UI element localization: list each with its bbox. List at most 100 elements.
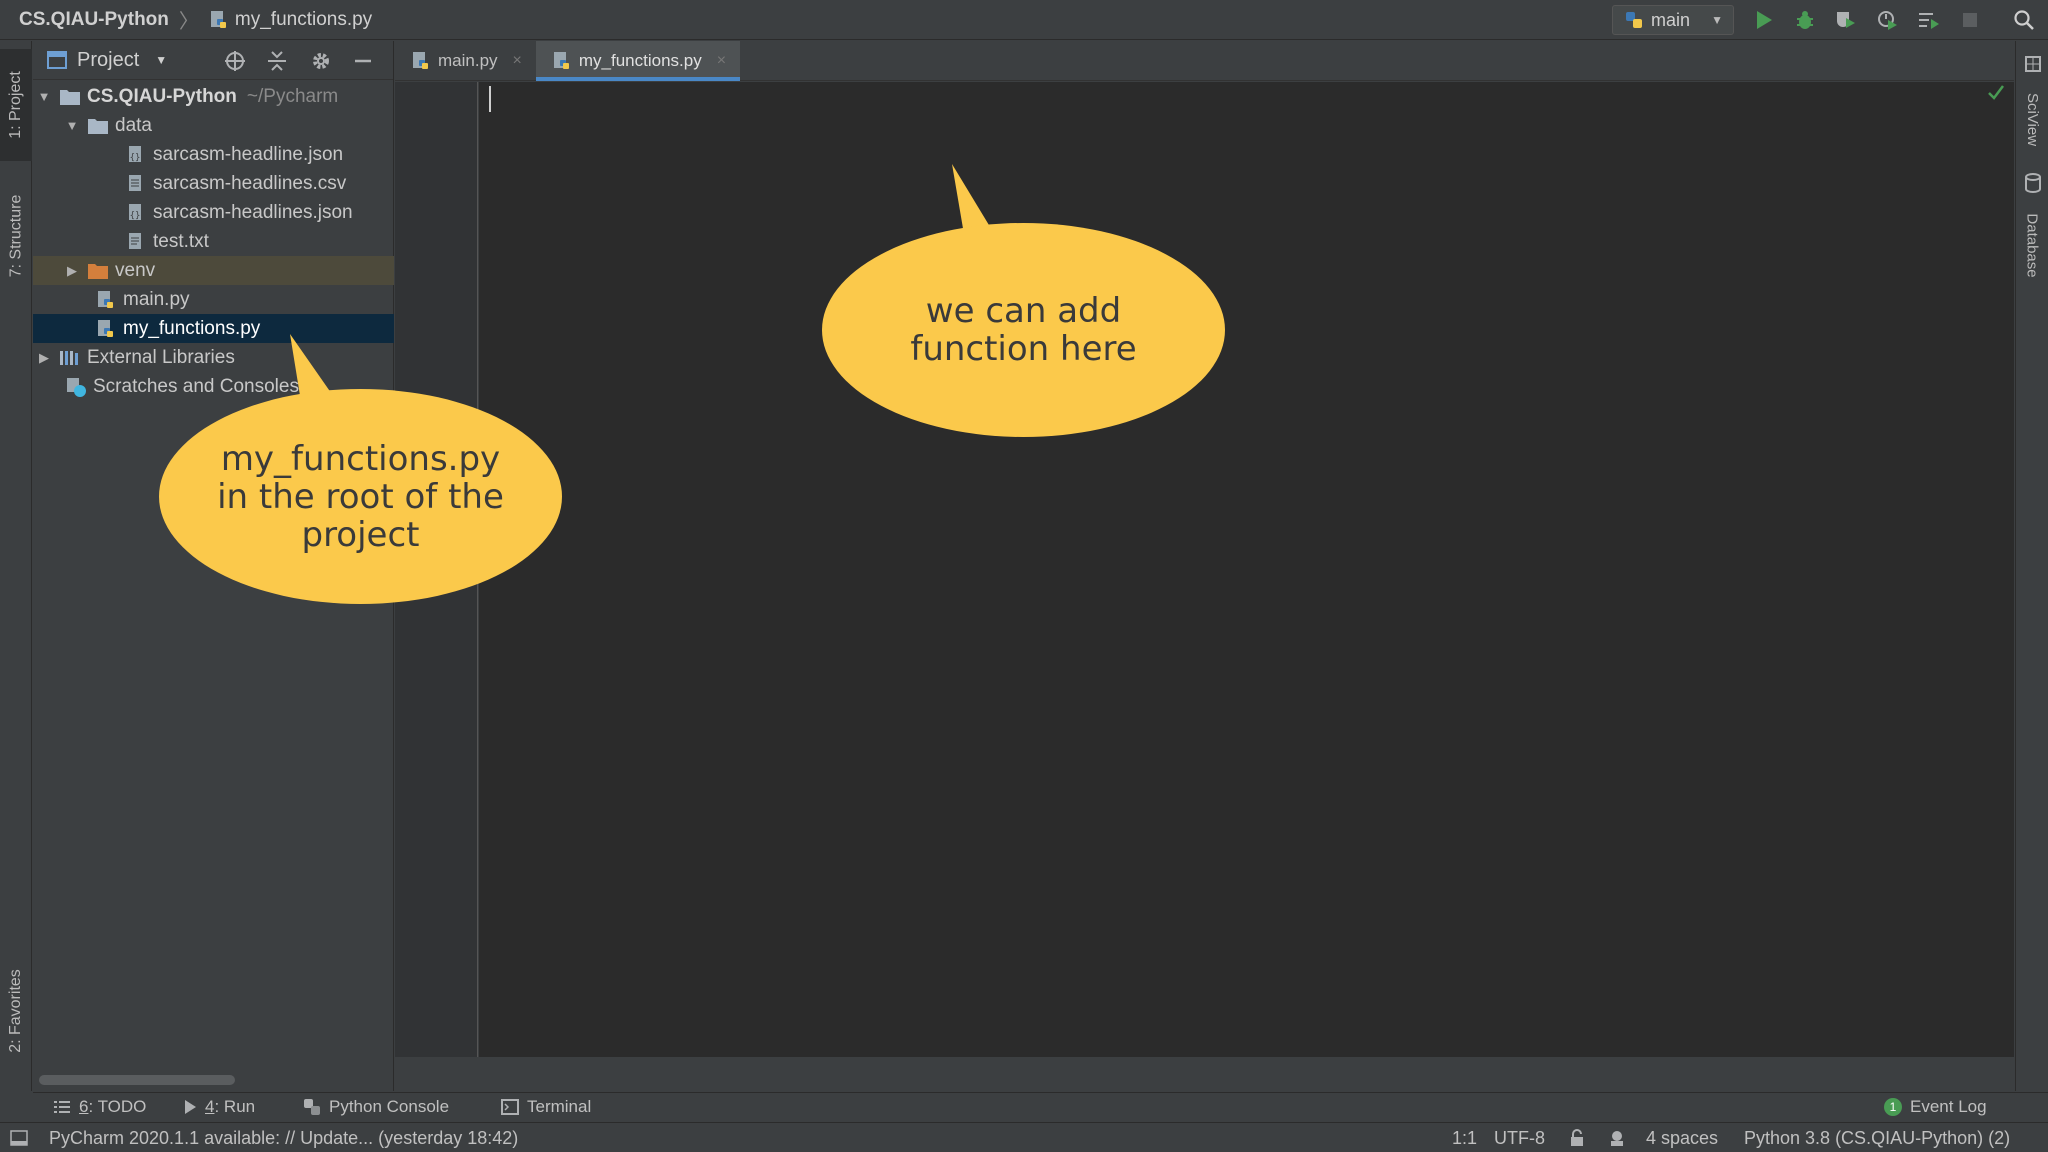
callout-tree: my_functions.py in the root of the proje… — [159, 389, 562, 604]
tool-tab-project[interactable]: 1: Project — [0, 49, 32, 161]
tree-item-file[interactable]: test.txt — [33, 227, 394, 256]
event-log-label: Event Log — [1910, 1097, 1987, 1116]
expand-down-icon[interactable]: ▼ — [37, 89, 51, 104]
tab-my-functions-py[interactable]: my_functions.py × — [535, 41, 741, 81]
python-console-icon — [304, 1099, 320, 1115]
status-message[interactable]: PyCharm 2020.1.1 available: // Update...… — [49, 1128, 518, 1149]
tree-item-main-py[interactable]: main.py — [33, 285, 394, 314]
breadcrumb-file[interactable]: my_functions.py — [209, 9, 372, 31]
python-console-label: Python Console — [329, 1097, 450, 1116]
lock-icon[interactable] — [1568, 1129, 1586, 1152]
tab-main-py[interactable]: main.py × — [395, 41, 536, 81]
text-file-icon — [125, 231, 147, 253]
code-editor[interactable] — [479, 82, 2014, 1057]
inspector-icon[interactable] — [1607, 1129, 1627, 1152]
tool-tab-database[interactable]: Database — [2016, 169, 2048, 319]
callout-line: in the root of the — [217, 476, 504, 517]
breadcrumb-file-label: my_functions.py — [234, 8, 373, 30]
run-icon[interactable] — [1752, 8, 1776, 32]
locate-file-icon[interactable] — [223, 49, 247, 73]
caret-position[interactable]: 1:1 — [1452, 1128, 1477, 1149]
tab-label: my_functions.py — [578, 51, 702, 70]
tree-item-file[interactable]: {} sarcasm-headline.json — [33, 140, 394, 169]
run-label: 4: Run — [205, 1097, 255, 1117]
coverage-icon[interactable] — [1833, 8, 1857, 32]
python-icon — [1626, 12, 1642, 28]
run-icon — [185, 1100, 196, 1114]
tree-item-label: sarcasm-headlines.csv — [153, 172, 347, 194]
callout-line: my_functions.py — [220, 438, 501, 479]
tree-root-path: ~/Pycharm — [246, 85, 339, 107]
tree-item-file[interactable]: sarcasm-headlines.csv — [33, 169, 394, 198]
python-interpreter[interactable]: Python 3.8 (CS.QIAU-Python) (2) — [1744, 1128, 2010, 1149]
callout-tree-text: my_functions.py in the root of the proje… — [217, 440, 504, 554]
navigation-bar: CS.QIAU-Python 〉 my_functions.py main ▼ — [0, 0, 2048, 40]
project-panel-title: Project — [77, 48, 140, 71]
tool-tab-sciview-label: SciView — [2024, 92, 2041, 147]
gear-icon[interactable] — [309, 49, 333, 73]
chevron-down-icon: ▼ — [155, 53, 168, 67]
tree-item-label: main.py — [123, 288, 190, 310]
tree-item-venv-folder[interactable]: ▶ venv — [33, 256, 394, 285]
run-configuration-label: main — [1651, 9, 1691, 30]
file-encoding[interactable]: UTF-8 — [1494, 1128, 1545, 1149]
chevron-down-icon: ▼ — [1711, 13, 1723, 27]
python-file-icon — [553, 52, 569, 69]
debug-icon[interactable] — [1793, 8, 1817, 32]
tree-item-label: sarcasm-headline.json — [153, 143, 344, 165]
callout-line: we can add — [925, 291, 1122, 331]
hide-panel-icon[interactable] — [351, 49, 375, 73]
tree-item-root[interactable]: ▼ CS.QIAU-Python ~/Pycharm — [33, 82, 394, 111]
svg-text:{}: {} — [130, 211, 141, 221]
editor-tab-bar: main.py × my_functions.py × — [395, 41, 2014, 81]
callout-line: function here — [910, 329, 1137, 369]
tool-tab-sciview[interactable]: SciView — [2016, 55, 2048, 165]
expand-right-icon[interactable]: ▶ — [37, 350, 51, 366]
run-tool-button[interactable]: 4: Run — [183, 1097, 255, 1117]
python-console-tool-button[interactable]: Python Console — [303, 1097, 449, 1117]
horizontal-scrollbar[interactable] — [39, 1075, 235, 1085]
breadcrumb-project[interactable]: CS.QIAU-Python — [19, 9, 169, 31]
indent-setting[interactable]: 4 spaces — [1646, 1128, 1718, 1149]
event-log-tool-button[interactable]: 1 Event Log — [1884, 1097, 1987, 1117]
project-view-selector[interactable]: Project ▼ — [47, 49, 167, 72]
scratches-icon — [65, 376, 87, 398]
library-icon — [59, 347, 81, 369]
run-concurrent-icon[interactable] — [1917, 8, 1941, 32]
todo-tool-button[interactable]: 6: TODO — [53, 1097, 146, 1117]
tree-item-label: my_functions.py — [123, 317, 261, 339]
close-icon[interactable]: × — [513, 52, 522, 70]
event-log-badge: 1 — [1884, 1098, 1902, 1116]
terminal-tool-button[interactable]: Terminal — [501, 1097, 591, 1117]
collapse-all-icon[interactable] — [265, 49, 289, 73]
close-icon[interactable]: × — [717, 52, 726, 70]
tree-item-data-folder[interactable]: ▼ data — [33, 111, 394, 140]
svg-text:{}: {} — [130, 153, 141, 163]
stop-icon[interactable] — [1958, 8, 1982, 32]
run-configuration-selector[interactable]: main ▼ — [1612, 5, 1734, 35]
python-file-icon — [413, 52, 428, 69]
python-file-icon — [95, 318, 117, 340]
profile-icon[interactable] — [1875, 8, 1899, 32]
tool-tab-favorites-label: 2: Favorites — [7, 969, 24, 1053]
tree-item-label: data — [115, 114, 152, 136]
tree-item-label: venv — [115, 259, 156, 281]
tool-tab-structure-label: 7: Structure — [7, 194, 25, 278]
expand-right-icon[interactable]: ▶ — [65, 263, 79, 279]
tree-item-label: sarcasm-headlines.json — [153, 201, 353, 223]
tool-tab-structure[interactable]: 7: Structure — [0, 171, 32, 301]
right-tool-stripe: SciView Database — [2015, 41, 2048, 1091]
tree-item-file[interactable]: {} sarcasm-headlines.json — [33, 198, 394, 227]
tool-tab-database-label: Database — [2024, 213, 2041, 278]
toggle-tool-windows-icon[interactable] — [10, 1130, 28, 1151]
todo-label: 6: TODO — [79, 1097, 146, 1117]
tool-tab-favorites[interactable]: 2: Favorites — [0, 951, 32, 1071]
expand-down-icon[interactable]: ▼ — [65, 118, 79, 133]
checkmark-icon[interactable] — [1986, 82, 2006, 107]
tree-root-label: CS.QIAU-Python — [87, 85, 237, 107]
json-file-icon: {} — [125, 144, 147, 166]
left-tool-stripe: 1: Project 7: Structure 2: Favorites — [0, 41, 32, 1091]
tool-windows-bar: 6: TODO 4: Run Python Console Terminal 1… — [33, 1092, 2048, 1122]
todo-label-text: : TODO — [88, 1097, 147, 1116]
search-icon[interactable] — [2012, 8, 2036, 32]
